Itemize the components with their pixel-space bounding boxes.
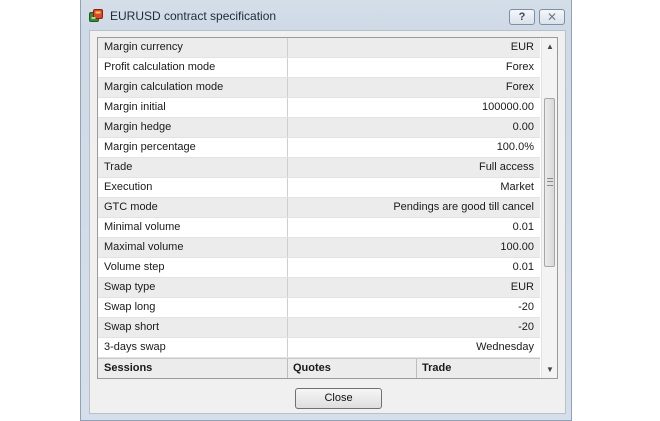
column-divider (287, 138, 288, 157)
sessions-column-header[interactable]: Sessions (104, 359, 152, 378)
spec-name: Trade (104, 161, 133, 173)
spec-row[interactable]: Swap long -20 (98, 298, 540, 318)
vertical-scrollbar[interactable]: ▲ ▼ (541, 38, 557, 378)
scroll-up-arrow-icon[interactable]: ▲ (542, 38, 557, 55)
spec-name: Margin percentage (104, 141, 196, 153)
spec-name: Margin currency (104, 41, 183, 53)
spec-value: 100000.00 (482, 101, 534, 113)
window-close-button[interactable]: ✕ (539, 9, 565, 25)
grip-icon (547, 178, 553, 186)
app-icon (89, 9, 103, 23)
spec-row[interactable]: Swap short -20 (98, 318, 540, 338)
quotes-column-header[interactable]: Quotes (293, 359, 331, 378)
spec-row[interactable]: Trade Full access (98, 158, 540, 178)
spec-value: EUR (510, 281, 534, 293)
spec-name: Swap short (104, 321, 160, 333)
column-divider (287, 238, 288, 257)
column-divider (287, 38, 288, 57)
spec-name: Profit calculation mode (104, 61, 216, 73)
spec-row[interactable]: Margin hedge 0.00 (98, 118, 540, 138)
sessions-header-row: Sessions Quotes Trade (98, 358, 540, 378)
spec-value: -20 (518, 301, 534, 313)
trade-column-header[interactable]: Trade (422, 359, 451, 378)
spec-row[interactable]: Minimal volume 0.01 (98, 218, 540, 238)
spec-value: Forex (505, 61, 534, 73)
contract-spec-dialog: EURUSD contract specification ? ✕ Margin… (80, 0, 572, 421)
spec-value: 100.0% (496, 141, 534, 153)
spec-value: Pendings are good till cancel (393, 201, 534, 213)
spec-name: Margin initial (104, 101, 166, 113)
column-divider (287, 158, 288, 177)
column-divider (287, 338, 288, 357)
spec-value: Forex (505, 81, 534, 93)
column-divider (287, 218, 288, 237)
scroll-thumb[interactable] (544, 98, 555, 267)
spec-name: Execution (104, 181, 153, 193)
column-divider (287, 258, 288, 277)
title-bar[interactable]: EURUSD contract specification ? ✕ (81, 0, 571, 30)
spec-value: 0.00 (512, 121, 534, 133)
column-divider[interactable] (416, 359, 417, 378)
spec-value: EUR (510, 41, 534, 53)
spec-name: Margin calculation mode (104, 81, 224, 93)
spec-row[interactable]: Margin percentage 100.0% (98, 138, 540, 158)
help-button[interactable]: ? (509, 9, 535, 25)
column-divider (287, 58, 288, 77)
dialog-body: Margin currency EUR Profit calculation mod… (89, 30, 566, 414)
spec-row[interactable]: Execution Market (98, 178, 540, 198)
spec-table[interactable]: Margin currency EUR Profit calculation mod… (97, 37, 558, 379)
spec-name: GTC mode (104, 201, 158, 213)
spec-value: -20 (518, 321, 534, 333)
spec-row[interactable]: GTC mode Pendings are good till cancel (98, 198, 540, 218)
spec-value: Wednesday (476, 341, 534, 353)
spec-row[interactable]: Maximal volume 100.00 (98, 238, 540, 258)
spec-row[interactable]: Margin initial 100000.00 (98, 98, 540, 118)
column-divider (287, 298, 288, 317)
spec-name: Minimal volume (104, 221, 181, 233)
spec-name: Maximal volume (104, 241, 184, 253)
spec-name: Swap type (104, 281, 156, 293)
column-divider (287, 98, 288, 117)
scroll-down-arrow-icon[interactable]: ▼ (542, 361, 557, 378)
column-divider (287, 318, 288, 337)
column-divider (287, 278, 288, 297)
spec-row[interactable]: Volume step 0.01 (98, 258, 540, 278)
column-divider (287, 78, 288, 97)
spec-name: Volume step (104, 261, 165, 273)
window-title: EURUSD contract specification (110, 9, 277, 23)
spec-value: Full access (478, 161, 534, 173)
spec-row[interactable]: Margin currency EUR (98, 38, 540, 58)
spec-row[interactable]: Margin calculation mode Forex (98, 78, 540, 98)
close-icon: ✕ (546, 10, 558, 24)
close-button[interactable]: Close (295, 388, 382, 409)
spec-row[interactable]: 3-days swap Wednesday (98, 338, 540, 358)
column-divider (287, 178, 288, 197)
column-divider (287, 118, 288, 137)
spec-value: 0.01 (512, 261, 534, 273)
column-divider (287, 198, 288, 217)
spec-value: Market (500, 181, 534, 193)
spec-name: Swap long (104, 301, 156, 313)
spec-name: Margin hedge (104, 121, 172, 133)
spec-value: 100.00 (500, 241, 534, 253)
spec-row[interactable]: Profit calculation mode Forex (98, 58, 540, 78)
spec-value: 0.01 (512, 221, 534, 233)
spec-name: 3-days swap (104, 341, 166, 353)
column-divider[interactable] (287, 359, 288, 378)
spec-row[interactable]: Swap type EUR (98, 278, 540, 298)
